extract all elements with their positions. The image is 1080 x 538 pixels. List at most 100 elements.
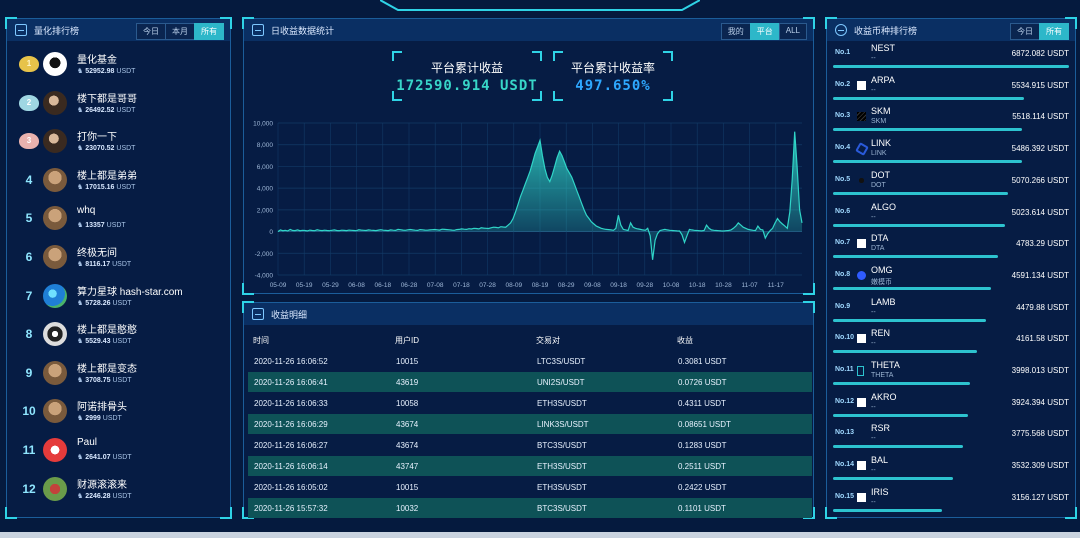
coin-subname: -- <box>871 403 876 411</box>
coin-subname: DOT <box>871 181 886 189</box>
coin-bar <box>833 128 1022 132</box>
cell-time: 2020-11-26 16:05:02 <box>254 483 328 492</box>
cell-user-id: 43619 <box>396 378 419 387</box>
user-icon: ♞ <box>77 222 86 230</box>
table-row[interactable]: 2020-11-26 16:06:29 43674 LINK3S/USDT 0.086… <box>248 414 812 434</box>
avatar <box>43 206 67 231</box>
cell-profit: 0.08651 USDT <box>678 420 731 429</box>
rank-item[interactable]: 8 楼上都是憨憨 ♞ 5529.43 USDT <box>15 317 231 355</box>
coin-subname: -- <box>871 467 876 475</box>
daily-profit-tab-0[interactable]: 我的 <box>720 23 751 40</box>
rank-item[interactable]: 6 终极无间 ♞ 8116.17 USDT <box>15 240 231 278</box>
table-row[interactable]: 2020-11-26 16:06:33 10058 ETH3S/USDT 0.4311… <box>248 393 812 413</box>
cell-user-id: 43747 <box>396 462 419 471</box>
rank-item[interactable]: 10 阿诺排骨头 ♞ 2999 USDT <box>15 394 231 432</box>
daily-profit-title: 日收益数据统计 <box>271 25 335 36</box>
rank-item[interactable]: 1 量化基金 ♞ 52952.98 USDT <box>15 47 231 85</box>
table-row[interactable]: 2020-11-26 15:57:32 10032 BTC3S/USDT 0.1101… <box>248 498 812 518</box>
coin-name: OMG <box>871 264 893 275</box>
x-tick-label: 10-18 <box>689 282 706 289</box>
coin-subname: -- <box>871 498 876 506</box>
x-tick-label: 05-29 <box>322 282 339 289</box>
rank-value: ♞ 2641.07 USDT <box>77 454 132 461</box>
coin-item[interactable]: No.3 SKM SKM 5518.114 USDT <box>833 106 1075 137</box>
daily-profit-tab-1[interactable]: 平台 <box>749 23 780 40</box>
coin-item[interactable]: No.5 DOT DOT 5070.266 USDT <box>833 170 1075 201</box>
table-row[interactable]: 2020-11-26 16:06:27 43674 BTC3S/USDT 0.1283… <box>248 435 812 455</box>
header-time: 时间 <box>253 336 269 345</box>
rank-item[interactable]: 4 楼上都是弟弟 ♞ 17015.16 USDT <box>15 163 231 201</box>
rank-item[interactable]: 2 楼下都是哥哥 ♞ 26492.52 USDT <box>15 86 231 124</box>
user-icon: ♞ <box>77 338 86 346</box>
daily-profit-tab-2[interactable]: ALL <box>778 23 807 40</box>
table-row[interactable]: 2020-11-26 16:06:52 10015 LTC3S/USDT 0.3081… <box>248 351 812 371</box>
coin-item[interactable]: No.8 OMG 嫩模币 4591.134 USDT <box>833 265 1075 296</box>
coin-value: 3532.309 USDT <box>1011 461 1069 471</box>
rank-value: ♞ 13357 USDT <box>77 222 126 230</box>
coin-subname: -- <box>871 340 876 348</box>
coin-value: 6872.082 USDT <box>1011 49 1069 58</box>
x-tick-label: 09-08 <box>584 282 601 289</box>
table-row[interactable]: 2020-11-26 16:05:02 10015 ETH3S/USDT 0.2422… <box>248 477 812 497</box>
rank-name: 财源滚滚来 <box>77 479 127 491</box>
coin-icon <box>857 334 866 344</box>
coin-ranking-tab-1[interactable]: 所有 <box>1039 23 1069 40</box>
profit-rate-box: 平台累计收益率 497.650% <box>553 51 673 101</box>
daily-profit-tabs: 我的 平台 ALL <box>720 23 807 40</box>
rank-name: 终极无间 <box>77 248 117 259</box>
coin-item[interactable]: No.9 LAMB -- 4479.88 USDT <box>833 297 1075 328</box>
coin-item[interactable]: No.6 ALGO -- 5023.614 USDT <box>833 202 1075 233</box>
table-row[interactable]: 2020-11-26 16:06:41 43619 UNI2S/USDT 0.0726… <box>248 372 812 392</box>
quant-ranking-tab-0[interactable]: 今日 <box>136 23 166 40</box>
rank-item[interactable]: 3 打你一下 ♞ 23070.52 USDT <box>15 124 231 162</box>
rank-badge: 12 <box>22 481 36 496</box>
coin-bar <box>833 160 1022 164</box>
rank-value: ♞ 5728.26 USDT <box>77 299 132 307</box>
rank-name: Paul <box>77 437 98 448</box>
quant-ranking-tab-1[interactable]: 本月 <box>165 23 195 40</box>
quant-ranking-tab-2[interactable]: 所有 <box>194 23 224 40</box>
coin-value: 4591.134 USDT <box>1011 270 1069 280</box>
coin-bar <box>833 477 954 481</box>
total-profit-box: 平台累计收益 172590.914 USDT <box>392 51 542 101</box>
coin-item[interactable]: No.11 THETA THETA 3998.013 USDT <box>833 360 1075 391</box>
cell-profit: 0.0726 USDT <box>678 378 727 387</box>
rank-value: ♞ 2999 USDT <box>77 415 122 423</box>
coin-item[interactable]: No.15 IRIS -- 3156.127 USDT <box>833 487 1075 518</box>
rank-item[interactable]: 11 Paul ♞ 2641.07 USDT <box>15 433 231 471</box>
coin-rank: No.15 <box>835 492 855 500</box>
coin-name: BAL <box>871 455 889 466</box>
rank-item[interactable]: 7 算力星球 hash-star.com ♞ 5728.26 USDT <box>15 279 231 317</box>
coin-bar <box>833 65 1069 68</box>
user-icon: ♞ <box>77 261 86 268</box>
rank-item[interactable]: 9 楼上都是变态 ♞ 3708.75 USDT <box>15 356 231 394</box>
avatar <box>43 438 67 462</box>
coin-item[interactable]: No.7 DTA DTA 4783.29 USDT <box>833 233 1075 264</box>
coin-value: 5070.266 USDT <box>1011 175 1069 185</box>
cell-pair: ETH3S/USDT <box>537 483 587 492</box>
avatar <box>43 399 67 424</box>
coin-value: 3156.127 USDT <box>1011 492 1069 502</box>
coin-item[interactable]: No.2 ARPA -- 5534.915 USDT <box>833 75 1075 106</box>
coin-item[interactable]: No.12 AKRO -- 3924.394 USDT <box>833 392 1075 423</box>
avatar <box>43 245 67 269</box>
coin-item[interactable]: No.14 BAL -- 3532.309 USDT <box>833 455 1075 486</box>
quant-ranking-header: 量化排行榜 今日 本月 所有 <box>7 19 230 41</box>
rank-item[interactable]: 12 财源滚滚来 ♞ 2246.28 USDT <box>15 472 231 510</box>
rank-name: 楼上都是变态 <box>77 363 137 375</box>
rank-badge: 2 <box>19 94 39 111</box>
coin-item[interactable]: No.10 REN -- 4161.58 USDT <box>833 328 1075 359</box>
coin-name: REN <box>871 328 891 339</box>
rank-item[interactable]: 5 whq ♞ 13357 USDT <box>15 201 231 239</box>
rank-badge: 7 <box>25 288 33 303</box>
coin-name: ARPA <box>871 74 895 85</box>
coin-subname: SKM <box>871 118 887 126</box>
y-tick-label: 6,000 <box>257 164 274 171</box>
profit-detail-panel: 收益明细 时间 用户ID 交易对 收益 2020-11-26 16:06:52 1… <box>242 301 815 519</box>
table-row[interactable]: 2020-11-26 16:06:14 43747 ETH3S/USDT 0.2511… <box>248 456 812 476</box>
coin-item[interactable]: No.4 LINK LINK 5486.392 USDT <box>833 138 1075 169</box>
coin-ranking-tab-0[interactable]: 今日 <box>1010 23 1040 40</box>
coin-item[interactable]: No.13 RSR -- 3775.568 USDT <box>833 423 1075 454</box>
coin-item[interactable]: No.1 NEST -- 6872.082 USDT <box>833 43 1075 74</box>
coin-bar <box>833 286 992 290</box>
